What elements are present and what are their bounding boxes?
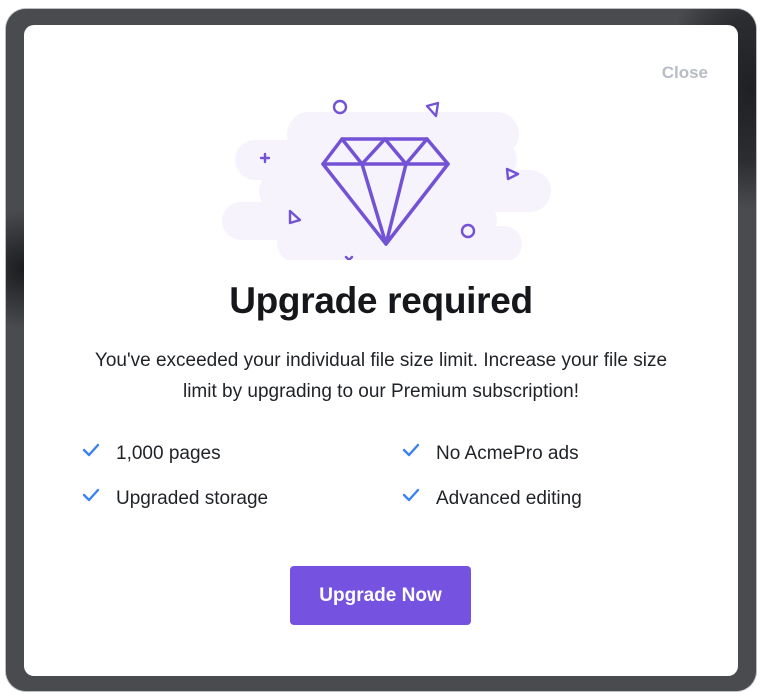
check-icon (82, 443, 100, 457)
check-icon (402, 443, 420, 457)
feature-label: Advanced editing (436, 488, 582, 509)
diamond-icon (222, 99, 551, 260)
feature-label: Upgraded storage (116, 488, 269, 509)
feature-item: Upgraded storage (82, 488, 402, 510)
close-button[interactable]: Close (662, 63, 708, 83)
app-window-frame: Close Upgrade required You've exceeded y… (6, 9, 756, 691)
check-icon (82, 488, 100, 502)
feature-item: Advanced editing (402, 488, 702, 510)
feature-label: 1,000 pages (116, 443, 221, 464)
upgrade-modal: Close Upgrade required You've exceeded y… (24, 25, 738, 676)
modal-description: You've exceeded your individual file siz… (94, 350, 668, 402)
feature-item: 1,000 pages (82, 443, 402, 465)
feature-label: No AcmePro ads (436, 443, 579, 464)
upgrade-now-button[interactable]: Upgrade Now (290, 566, 471, 625)
check-icon (402, 488, 420, 502)
feature-item: No AcmePro ads (402, 443, 702, 465)
modal-title: Upgrade required (229, 280, 533, 321)
feature-list: 1,000 pages No AcmePro ads Upgraded stor… (82, 443, 702, 510)
